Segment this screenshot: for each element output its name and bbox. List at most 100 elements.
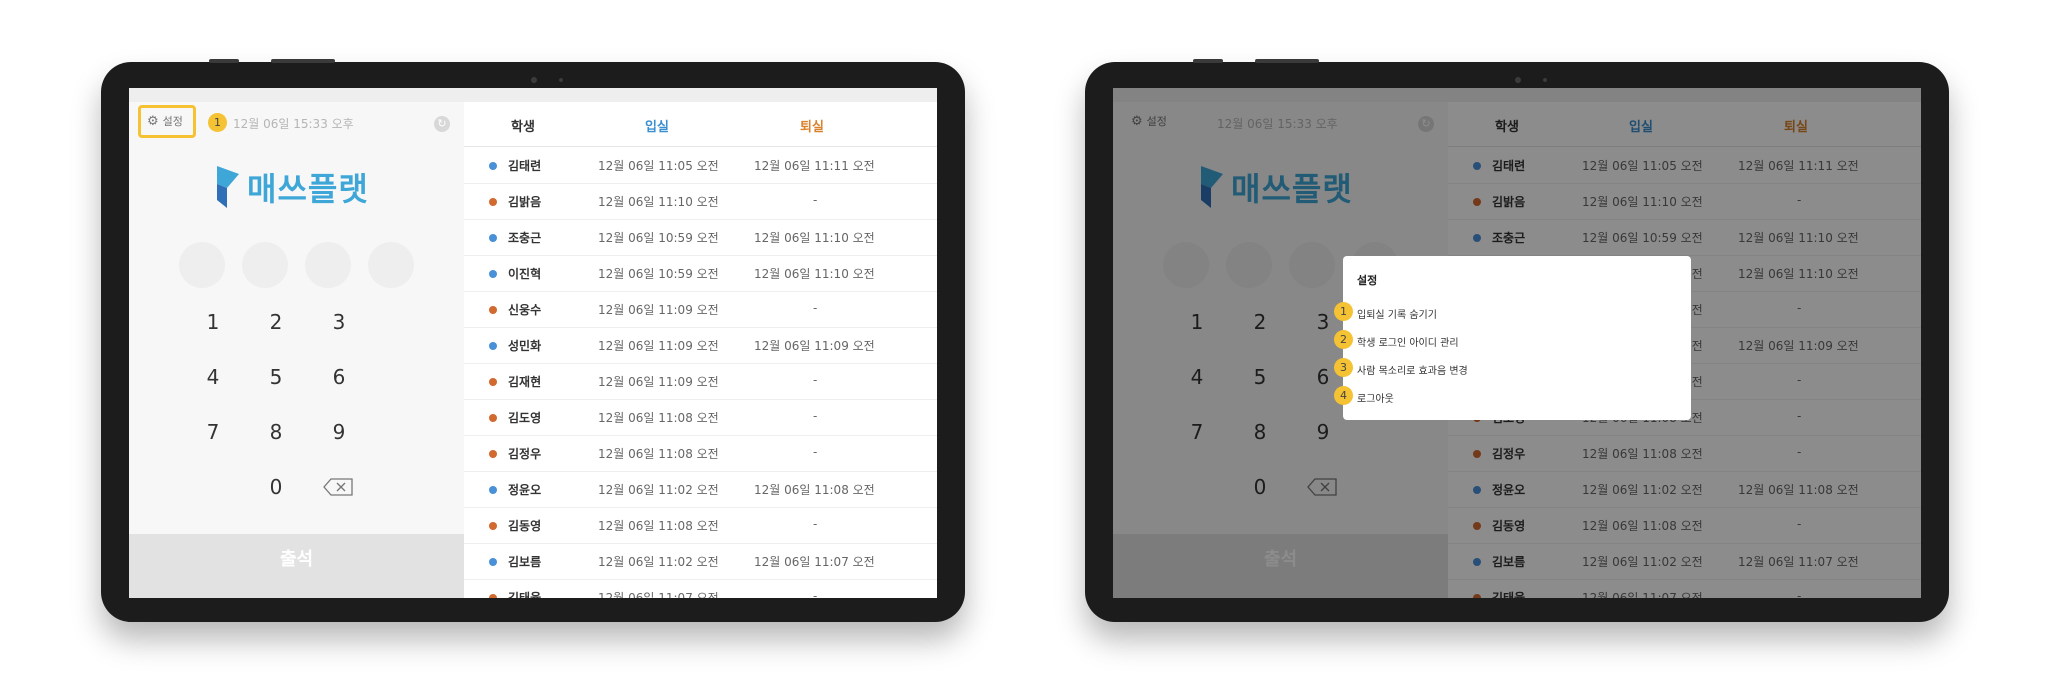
checkin-time: 12월 06일 11:10 오전 <box>598 195 719 209</box>
hardware-button <box>1255 59 1319 63</box>
menu-item-student-login-ids[interactable]: 2 학생 로그인 아이디 관리 <box>1334 328 1643 352</box>
key-7[interactable]: 7 <box>193 417 233 447</box>
checkout-time: 12월 06일 11:11 오전 <box>754 159 875 173</box>
status-bar <box>129 88 937 102</box>
attend-button[interactable]: 출석 <box>129 534 464 598</box>
checkin-time: 12월 06일 11:09 오전 <box>598 303 719 317</box>
checkout-time: - <box>813 589 818 598</box>
status-dot <box>489 378 497 386</box>
key-8[interactable]: 8 <box>256 417 296 447</box>
table-row[interactable]: 성민화 12월 06일 11:09 오전 12월 06일 11:09 오전 <box>464 327 937 364</box>
status-dot <box>489 198 497 206</box>
menu-item-voice-sound[interactable]: 3 사람 목소리로 효과음 변경 <box>1334 356 1643 380</box>
key-3[interactable]: 3 <box>319 307 359 337</box>
student-name: 조충근 <box>508 231 542 245</box>
checkin-time: 12월 06일 11:02 오전 <box>598 483 719 497</box>
status-dot <box>489 234 497 242</box>
sensor <box>1543 78 1547 82</box>
student-name: 정윤오 <box>508 483 542 497</box>
column-student: 학생 <box>511 120 535 135</box>
key-4[interactable]: 4 <box>193 362 233 392</box>
student-name: 신웅수 <box>508 303 542 317</box>
student-name: 김밝음 <box>508 195 542 209</box>
table-row[interactable]: 김동영 12월 06일 11:08 오전 - <box>464 507 937 544</box>
student-name: 김보름 <box>508 555 542 569</box>
status-dot <box>489 558 497 566</box>
annotation-badge: 3 <box>1334 358 1353 377</box>
menu-item-logout[interactable]: 4 로그아웃 <box>1334 384 1643 408</box>
table-row[interactable]: 이진혁 12월 06일 10:59 오전 12월 06일 11:10 오전 <box>464 255 937 292</box>
pin-indicators <box>179 242 414 288</box>
annotation-badge: 2 <box>1334 330 1353 349</box>
pin-dot <box>368 242 414 288</box>
table-row[interactable]: 김도영 12월 06일 11:08 오전 - <box>464 399 937 436</box>
student-name: 이진혁 <box>508 267 542 281</box>
status-dot <box>489 306 497 314</box>
checkin-time: 12월 06일 10:59 오전 <box>598 231 719 245</box>
checkout-time: - <box>813 193 818 207</box>
student-name: 김정우 <box>508 447 542 461</box>
table-row[interactable]: 정윤오 12월 06일 11:02 오전 12월 06일 11:08 오전 <box>464 471 937 508</box>
table-row[interactable]: 조충근 12월 06일 10:59 오전 12월 06일 11:10 오전 <box>464 219 937 256</box>
table-row[interactable]: 김재현 12월 06일 11:09 오전 - <box>464 363 937 400</box>
checkin-time: 12월 06일 11:02 오전 <box>598 555 719 569</box>
refresh-icon[interactable]: ↻ <box>434 116 450 132</box>
column-in: 입실 <box>645 120 669 135</box>
tablet-left: ⚙ 설정 1 12월 06일 15:33 오후 ↻ 매쓰플랫 1 2 3 4 5… <box>101 59 965 622</box>
tablet-right: ⚙ 설정 12월 06일 15:33 오후 ↻ 매쓰플랫 1 2 3 4 5 6… <box>1085 59 1949 622</box>
status-dot <box>489 162 497 170</box>
table-header: 학생 입실 퇴실 <box>464 102 937 147</box>
screen: ⚙ 설정 12월 06일 15:33 오후 ↻ 매쓰플랫 1 2 3 4 5 6… <box>1113 88 1921 598</box>
status-dot <box>489 450 497 458</box>
column-out: 퇴실 <box>800 120 824 135</box>
student-name: 성민화 <box>508 339 542 353</box>
sensor <box>559 78 563 82</box>
table-row[interactable]: 김태율 12월 06일 11:07 오전 - <box>464 579 937 598</box>
pin-dot <box>179 242 225 288</box>
key-5[interactable]: 5 <box>256 362 296 392</box>
checkout-time: - <box>813 517 818 531</box>
checkin-time: 12월 06일 10:59 오전 <box>598 267 719 281</box>
checkout-time: 12월 06일 11:07 오전 <box>754 555 875 569</box>
hardware-button <box>209 59 239 63</box>
checkout-time: - <box>813 409 818 423</box>
annotation-badge: 4 <box>1334 386 1353 405</box>
checkout-time: 12월 06일 11:08 오전 <box>754 483 875 497</box>
pin-dot <box>305 242 351 288</box>
annotation-badge: 1 <box>1334 302 1353 321</box>
settings-dialog: 설정 1 입퇴실 기록 숨기기 2 학생 로그인 아이디 관리 3 사람 목소리… <box>1334 256 1691 420</box>
annotation-badge: 1 <box>208 113 227 132</box>
current-datetime: 12월 06일 15:33 오후 <box>233 117 354 131</box>
menu-item-label: 입퇴실 기록 숨기기 <box>1357 310 1437 321</box>
key-2[interactable]: 2 <box>256 307 296 337</box>
table-row[interactable]: 김태련 12월 06일 11:05 오전 12월 06일 11:11 오전 <box>464 147 937 184</box>
key-9[interactable]: 9 <box>319 417 359 447</box>
checkin-panel: ⚙ 설정 1 12월 06일 15:33 오후 ↻ 매쓰플랫 1 2 3 4 5… <box>129 102 464 598</box>
backspace-icon[interactable] <box>323 478 353 496</box>
status-dot <box>489 342 497 350</box>
attendance-table: 학생 입실 퇴실 김태련 12월 06일 11:05 오전 12월 06일 11:1… <box>464 102 937 598</box>
checkin-time: 12월 06일 11:09 오전 <box>598 339 719 353</box>
checkout-time: 12월 06일 11:10 오전 <box>754 231 875 245</box>
table-row[interactable]: 김밝음 12월 06일 11:10 오전 - <box>464 183 937 220</box>
table-row[interactable]: 김정우 12월 06일 11:08 오전 - <box>464 435 937 472</box>
key-1[interactable]: 1 <box>193 307 233 337</box>
checkin-time: 12월 06일 11:05 오전 <box>598 159 719 173</box>
logo-mark-icon <box>217 166 239 208</box>
pin-dot <box>242 242 288 288</box>
table-row[interactable]: 신웅수 12월 06일 11:09 오전 - <box>464 291 937 328</box>
checkout-time: - <box>813 301 818 315</box>
checkout-time: 12월 06일 11:09 오전 <box>754 339 875 353</box>
logo-text: 매쓰플랫 <box>247 170 369 208</box>
key-0[interactable]: 0 <box>256 472 296 502</box>
status-dot <box>489 486 497 494</box>
checkin-time: 12월 06일 11:08 오전 <box>598 519 719 533</box>
menu-item-label: 학생 로그인 아이디 관리 <box>1357 338 1459 349</box>
logo: 매쓰플랫 <box>213 164 369 210</box>
menu-item-hide-records[interactable]: 1 입퇴실 기록 숨기기 <box>1334 300 1643 324</box>
table-row[interactable]: 김보름 12월 06일 11:02 오전 12월 06일 11:07 오전 <box>464 543 937 580</box>
status-dot <box>489 522 497 530</box>
student-name: 김재현 <box>508 375 542 389</box>
status-dot <box>489 414 497 422</box>
key-6[interactable]: 6 <box>319 362 359 392</box>
